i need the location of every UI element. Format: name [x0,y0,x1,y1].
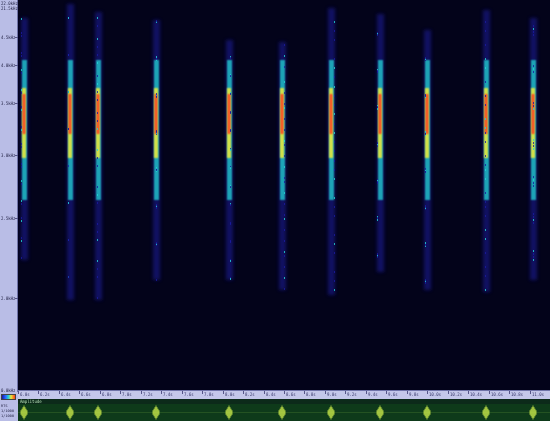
waveform-burst [66,405,74,420]
time-tick [530,391,531,394]
spectrogram-graphic [21,4,537,300]
time-label: 8.4s [266,392,276,397]
time-tick [366,391,367,394]
color-scale-swatch[interactable] [1,394,16,400]
time-tick [120,391,121,394]
time-label: 7.4s [163,392,173,397]
freq-label: 4.5kHz [1,35,16,40]
frequency-axis: 22.0kHz 21.5kHz 4.5kHz 4.0kHz 3.5kHz 3.0… [0,0,18,393]
time-label: 9.0s [327,392,337,397]
time-tick [161,391,162,394]
time-tick [38,391,39,394]
time-tick [468,391,469,394]
time-label: 9.4s [368,392,378,397]
call-chirp [377,14,384,272]
corner-label: 1/1000 [1,414,14,418]
call-chirp [424,30,431,290]
waveform-burst [376,405,384,420]
time-tick [264,391,265,394]
call-chirp [328,8,335,295]
time-tick [202,391,203,394]
time-tick [345,391,346,394]
time-label: 7.0s [122,392,132,397]
freq-label: 2.0kHz [1,296,16,301]
call-chirp [483,10,490,292]
time-tick [79,391,80,394]
waveform-burst [482,405,490,420]
time-label: 10.0s [429,392,442,397]
call-chirp [530,18,537,280]
freq-label: 3.5kHz [1,101,16,106]
call-chirp [153,20,160,281]
call-chirp [95,12,102,300]
waveform-burst [327,405,335,420]
freq-axis-top-sublabel: 21.5kHz [1,6,18,11]
time-label: 9.8s [409,392,419,397]
time-label: 11.0s [532,392,545,397]
time-tick [448,391,449,394]
waveform-burst [94,405,102,420]
time-label: 8.0s [225,392,235,397]
time-tick [489,391,490,394]
time-label: 6.6s [81,392,91,397]
time-tick [100,391,101,394]
spectrogram-canvas[interactable] [18,0,550,390]
time-tick [243,391,244,394]
color-key-panel: RTS 1/1000 1/1000 [0,392,18,421]
time-label: 7.8s [204,392,214,397]
time-tick [182,391,183,394]
time-label: 9.6s [388,392,398,397]
time-tick [509,391,510,394]
time-tick [407,391,408,394]
freq-label: 4.0kHz [1,63,16,68]
time-label: 10.8s [511,392,524,397]
time-label: 10.4s [470,392,483,397]
time-tick [427,391,428,394]
corner-label: 1/1000 [1,409,14,413]
time-label: 8.2s [245,392,255,397]
time-tick [18,391,19,394]
time-tick [59,391,60,394]
time-tick [304,391,305,394]
time-label: 6.4s [61,392,71,397]
waveform-panel[interactable] [18,404,550,421]
time-label: 6.0s [20,392,30,397]
time-tick [386,391,387,394]
call-chirp [67,4,74,300]
call-chirp [21,18,28,260]
waveform-burst [278,405,286,420]
call-chirp [226,40,233,280]
time-label: 7.2s [143,392,153,397]
time-label: 10.2s [450,392,463,397]
waveform-burst [152,405,160,420]
waveform-burst [20,405,28,420]
time-tick [223,391,224,394]
freq-label: 2.5kHz [1,216,16,221]
time-tick [141,391,142,394]
waveform-burst [225,405,233,420]
time-label: 6.2s [40,392,50,397]
time-label: 10.6s [491,392,504,397]
time-label: 8.6s [286,392,296,397]
time-label: 6.8s [102,392,112,397]
time-label: 8.8s [306,392,316,397]
waveform-burst [423,405,431,420]
corner-label: RTS [1,404,8,408]
freq-label: 3.0kHz [1,153,16,158]
time-label: 9.2s [347,392,357,397]
time-tick [325,391,326,394]
time-label: 7.6s [184,392,194,397]
time-axis: 6.0s 6.2s 6.4s 6.6s 6.8s 7.0s 7.2s 7.4s 7.6s 7.8s… [18,390,550,399]
time-tick [284,391,285,394]
waveform-burst [529,405,537,420]
waveform-graphic [18,405,550,420]
spectrogram-viewer: 22.0kHz 21.5kHz 4.5kHz 4.0kHz 3.5kHz 3.0… [0,0,550,421]
call-chirp [279,42,286,290]
